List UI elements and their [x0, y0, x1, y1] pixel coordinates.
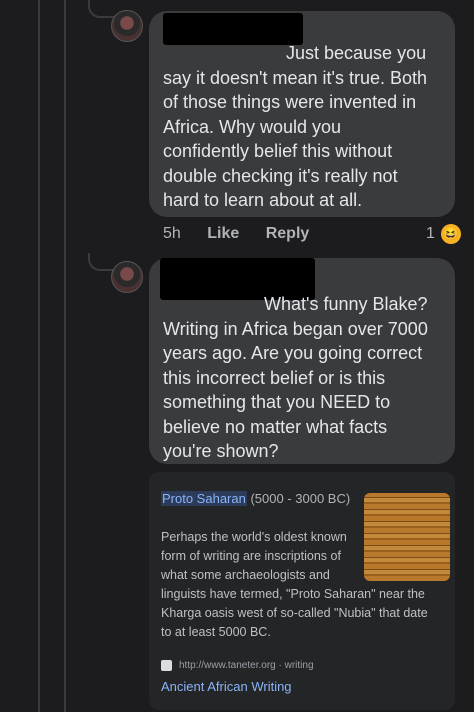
favicon-icon: [161, 660, 172, 671]
avatar[interactable]: [111, 261, 143, 293]
comment-time: 5h: [163, 225, 181, 242]
comment-bubble: Just because you say it doesn't mean it'…: [149, 11, 455, 217]
card-title: Proto Saharan (5000 - 3000 BC): [161, 491, 350, 506]
link-preview-card[interactable]: Proto Saharan (5000 - 3000 BC) Perhaps t…: [149, 472, 455, 710]
reaction-count[interactable]: 1: [426, 225, 435, 243]
thread-line: [64, 0, 66, 712]
card-link[interactable]: Ancient African Writing: [161, 679, 292, 694]
card-source-url: http://www.taneter.org · writing: [179, 660, 314, 672]
like-button[interactable]: Like: [207, 225, 239, 242]
thread-line: [38, 0, 40, 712]
laughing-emoji-icon[interactable]: 😆: [441, 224, 461, 244]
comment-actions: 5h Like Reply: [163, 225, 331, 243]
card-title-highlight: Proto Saharan: [161, 491, 247, 506]
avatar[interactable]: [111, 10, 143, 42]
card-source: http://www.taneter.org · writing: [161, 660, 314, 671]
card-body-text: Perhaps the world's oldest known form of…: [161, 530, 428, 639]
reply-button[interactable]: Reply: [266, 225, 310, 242]
comment-text: Just because you say it doesn't mean it'…: [163, 43, 428, 210]
card-title-range: (5000 - 3000 BC): [250, 491, 351, 506]
comment-text: What's funny Blake? Writing in Africa be…: [163, 294, 428, 461]
comment-bubble: What's funny Blake? Writing in Africa be…: [149, 258, 455, 464]
